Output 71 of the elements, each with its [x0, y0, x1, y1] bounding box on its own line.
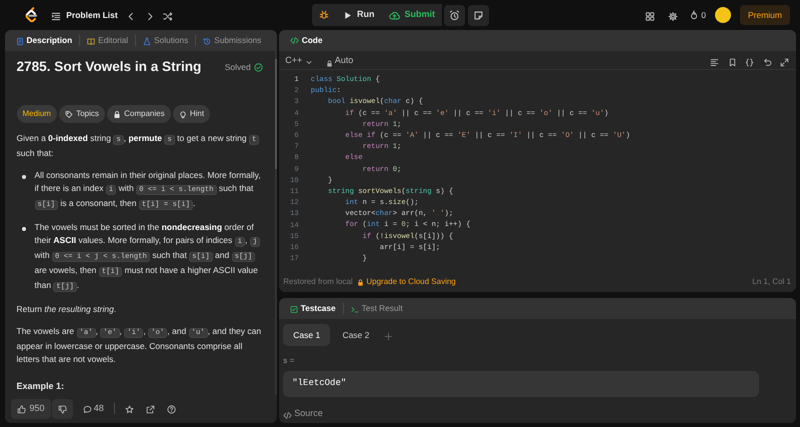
play-icon	[343, 10, 352, 20]
parameter-label: s =	[283, 355, 296, 368]
avatar[interactable]	[714, 7, 731, 23]
solved-label: Solved	[224, 60, 251, 74]
cloud-upload-icon	[388, 10, 400, 20]
list-icon	[51, 10, 61, 20]
bullet-icon	[22, 227, 26, 232]
book-icon	[87, 36, 96, 44]
case-tab[interactable]: Case 2	[332, 324, 380, 346]
plus-icon	[384, 330, 393, 340]
bookmark-icon	[728, 56, 736, 64]
premium-button[interactable]: Premium	[740, 4, 790, 26]
tab[interactable]: Solutions	[140, 34, 192, 47]
flame-icon	[689, 10, 699, 20]
like-button[interactable]: 950	[10, 399, 51, 418]
paragraph: Return the resulting string.	[16, 303, 118, 316]
settings-icon	[668, 10, 678, 20]
problem-list-button[interactable]: Problem List	[49, 8, 120, 22]
dislike-button[interactable]	[52, 399, 73, 418]
bug-icon	[319, 10, 329, 20]
note-icon	[472, 10, 484, 20]
tag-icon	[65, 110, 74, 118]
star-icon	[124, 404, 134, 414]
scrollbar[interactable]	[274, 51, 276, 395]
tag-button[interactable]: Companies	[107, 105, 171, 124]
tab[interactable]: Editorial	[84, 34, 132, 47]
expand-icon	[780, 56, 789, 64]
shuffle-icon	[163, 10, 174, 20]
code-icon	[290, 36, 299, 45]
alarm-clock-icon	[449, 10, 460, 20]
input-field[interactable]: "lEetcOde"	[283, 371, 760, 397]
external-link-icon	[146, 404, 155, 414]
tab[interactable]: Description	[12, 34, 76, 47]
streak-count: 0	[701, 8, 706, 22]
lock-icon	[357, 278, 364, 286]
bullet-icon	[22, 175, 26, 180]
timer-button[interactable]	[444, 4, 466, 26]
case-tab[interactable]: Case 1	[283, 324, 330, 346]
lightbulb-icon	[178, 110, 187, 118]
braces-icon	[745, 56, 754, 64]
upgrade-link[interactable]: Upgrade to Cloud Saving	[357, 276, 456, 288]
code-icon	[283, 409, 292, 418]
cursor-position: Ln 1, Col 1	[752, 276, 791, 288]
check-circle-icon	[254, 62, 263, 72]
checkbox-icon	[290, 304, 298, 312]
status-text: Restored from local	[283, 276, 353, 288]
grid-icon	[645, 10, 655, 20]
tab[interactable]: Testcase	[286, 302, 339, 315]
terminal-icon	[350, 304, 359, 312]
help-icon	[166, 404, 176, 414]
language-dropdown[interactable]: C++	[283, 54, 315, 66]
comments-button[interactable]: 48	[80, 402, 106, 416]
tab[interactable]: Test Result	[348, 302, 406, 315]
history-icon	[203, 36, 212, 44]
tab[interactable]: Submissions	[200, 34, 264, 47]
tag-button[interactable]: Hint	[172, 105, 210, 124]
lock-icon	[113, 110, 122, 118]
problem-title: 2785. Sort Vowels in a String	[16, 59, 202, 76]
flask-icon	[143, 36, 152, 44]
source-button[interactable]: Source	[281, 407, 325, 420]
comment-icon	[82, 404, 92, 414]
autocomplete-toggle[interactable]: Auto	[324, 54, 356, 66]
tag-button[interactable]: Topics	[59, 105, 105, 124]
section-heading: Example 1:	[16, 380, 66, 394]
thumbs-up-icon	[16, 404, 26, 414]
document-icon	[16, 36, 24, 44]
thumbs-down-icon	[58, 404, 67, 414]
undo-icon	[762, 56, 772, 64]
notes-button[interactable]	[468, 4, 488, 26]
difficulty-badge[interactable]: Medium	[16, 105, 57, 124]
tab[interactable]: Code	[286, 34, 326, 47]
